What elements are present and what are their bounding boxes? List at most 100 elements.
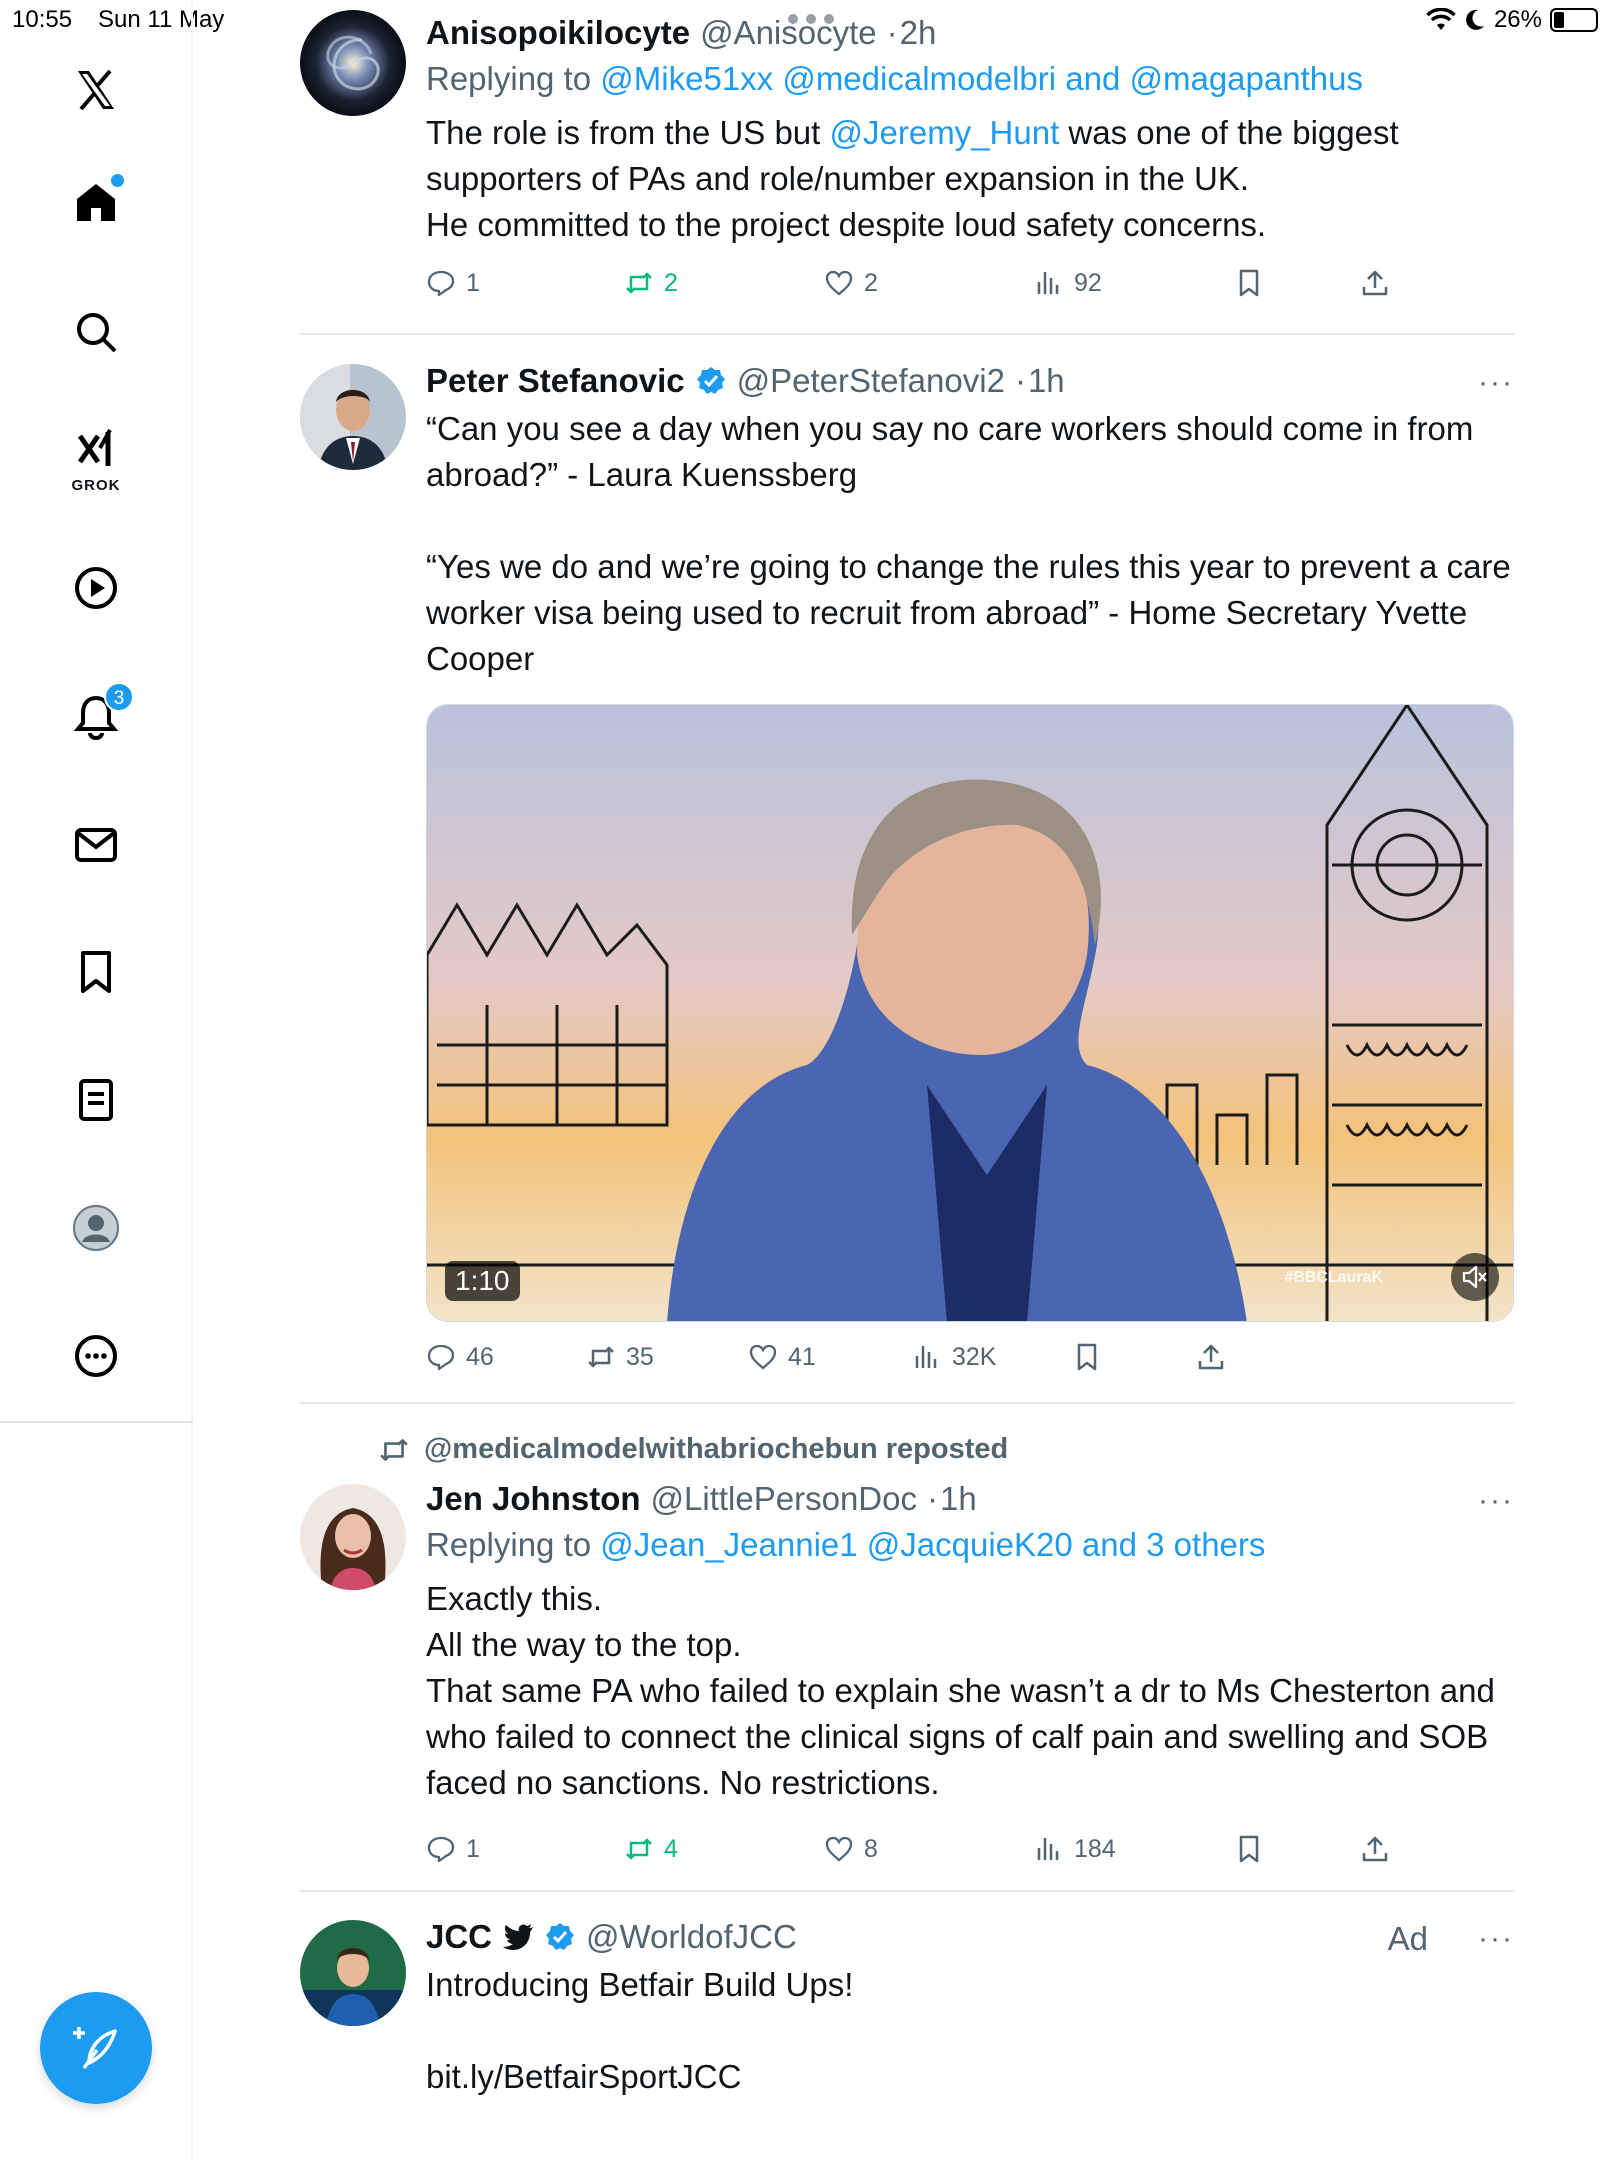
tweet-time[interactable]: 1h (940, 1480, 977, 1518)
bookmark-button[interactable] (1072, 1342, 1102, 1372)
reply-icon (427, 270, 455, 297)
bookmark-button[interactable] (1234, 1834, 1264, 1864)
avatar[interactable] (300, 1920, 406, 2026)
tweet-text: Exactly this. All the way to the top. Th… (426, 1580, 1495, 1801)
avatar[interactable] (300, 364, 406, 470)
reply-button[interactable]: 46 (426, 1342, 494, 1372)
ad-label: Ad (1387, 1920, 1428, 1957)
heart-icon (825, 1836, 853, 1862)
video-player[interactable]: #BBCLauraK 1:10 (426, 704, 1514, 1322)
tweet[interactable]: Anisopoikilocyte @Anisocyte · 2h Replyin… (300, 10, 1514, 332)
sidebar: GROK 3 (0, 0, 193, 2160)
messages-icon[interactable] (66, 814, 126, 874)
home-icon[interactable] (66, 172, 126, 232)
author-name[interactable]: Peter Stefanovic (426, 362, 685, 400)
views-button[interactable]: 184 (1034, 1834, 1116, 1864)
share-button[interactable] (1196, 1342, 1226, 1372)
ad-link[interactable]: bit.ly/BetfairSportJCC (426, 2054, 1514, 2100)
tweet-divider (300, 333, 1514, 335)
tweet-author-line: Jen Johnston @LittlePersonDoc · 1h (426, 1476, 1514, 1522)
more-icon[interactable] (66, 1326, 126, 1386)
verified-badge-icon (696, 367, 725, 394)
bookmark-button[interactable] (1234, 268, 1264, 298)
compose-button[interactable] (40, 1992, 152, 2104)
mention-link[interactable]: @Jeremy_Hunt (830, 114, 1060, 151)
views-button[interactable]: 92 (1034, 268, 1102, 298)
repost-icon (380, 1438, 408, 1461)
more-options-icon[interactable]: ··· (1478, 1922, 1514, 1956)
author-name[interactable]: Jen Johnston (426, 1480, 641, 1518)
heart-icon (749, 1344, 777, 1370)
repost-button[interactable]: 2 (624, 268, 678, 298)
avatar[interactable] (300, 1484, 406, 1590)
tweet[interactable]: Jen Johnston @LittlePersonDoc · 1h ··· R… (300, 1476, 1514, 1876)
tweet-actions: 1 2 2 92 (426, 268, 1514, 308)
tweet-author-line: Anisopoikilocyte @Anisocyte · 2h (426, 10, 1514, 56)
reply-icon (427, 1836, 455, 1863)
view-count: 184 (1074, 1834, 1116, 1863)
lists-icon[interactable] (66, 1070, 126, 1130)
notifications-badge: 3 (104, 682, 134, 712)
avatar[interactable] (300, 10, 406, 116)
tweet-text: “Can you see a day when you say no care … (426, 410, 1511, 677)
views-button[interactable]: 32K (912, 1342, 996, 1372)
bookmarks-icon[interactable] (66, 942, 126, 1002)
share-button[interactable] (1360, 268, 1390, 298)
sidebar-divider (0, 1421, 193, 1423)
like-count: 8 (864, 1834, 878, 1863)
tweet-divider (300, 1402, 1514, 1404)
like-count: 41 (788, 1342, 816, 1371)
author-name[interactable]: JCC (426, 1918, 492, 1956)
repost-indicator[interactable]: @medicalmodelwithabriochebun reposted (378, 1433, 1008, 1466)
bird-icon (503, 1924, 534, 1950)
repost-button[interactable]: 35 (586, 1342, 654, 1372)
reply-button[interactable]: 1 (426, 268, 480, 298)
mute-button[interactable] (1451, 1253, 1499, 1301)
tweet-body: Anisopoikilocyte @Anisocyte · 2h Replyin… (426, 10, 1514, 248)
tweet-text-part: The role is from the US but (426, 114, 830, 151)
reply-count: 1 (466, 268, 480, 297)
separator: · (886, 14, 898, 51)
repost-count: 2 (664, 268, 678, 297)
author-handle[interactable]: @Anisocyte (700, 14, 877, 52)
compose-icon (73, 2027, 117, 2070)
video-duration: 1:10 (445, 1261, 520, 1301)
replying-to-users[interactable]: @Jean_Jeannie1 @JacquieK20 and 3 others (600, 1526, 1265, 1563)
tweet-body: JCC @WorldofJCC Ad ··· Introducing Betfa… (426, 1914, 1514, 2100)
more-options-icon[interactable]: ··· (1478, 1484, 1514, 1518)
search-icon[interactable] (66, 302, 126, 362)
author-handle[interactable]: @PeterStefanovi2 (737, 362, 1005, 400)
separator: · (926, 1480, 938, 1517)
replying-prefix: Replying to (426, 1526, 601, 1563)
author-handle[interactable]: @LittlePersonDoc (651, 1480, 917, 1518)
video-watermark: #BBCLauraK (1284, 1269, 1383, 1286)
views-icon (915, 1346, 937, 1368)
like-button[interactable]: 8 (824, 1834, 878, 1864)
view-count: 92 (1074, 268, 1102, 297)
tweet-text: The role is from the US but @Jeremy_Hunt… (426, 110, 1514, 248)
share-button[interactable] (1360, 1834, 1390, 1864)
repost-icon (588, 1346, 614, 1368)
author-handle[interactable]: @WorldofJCC (586, 1918, 797, 1956)
heart-icon (825, 270, 853, 296)
promoted-tweet[interactable]: JCC @WorldofJCC Ad ··· Introducing Betfa… (300, 1914, 1514, 2160)
profile-icon[interactable] (66, 1198, 126, 1258)
replying-prefix: Replying to (426, 60, 601, 97)
grok-icon[interactable]: GROK (66, 420, 126, 494)
tweet-body: Jen Johnston @LittlePersonDoc · 1h ··· R… (426, 1476, 1514, 1806)
repost-button[interactable]: 4 (624, 1834, 678, 1864)
like-button[interactable]: 2 (824, 268, 878, 298)
more-options-icon[interactable]: ··· (1478, 366, 1514, 400)
author-name[interactable]: Anisopoikilocyte (426, 14, 690, 52)
tweet-time[interactable]: 1h (1028, 362, 1065, 400)
replying-to-users[interactable]: @Mike51xx @medicalmodelbri and @magapant… (600, 60, 1363, 97)
tweet[interactable]: Peter Stefanovic @PeterStefanovi2 · 1h ·… (300, 358, 1514, 1398)
view-count: 32K (952, 1342, 997, 1371)
notifications-icon[interactable]: 3 (66, 682, 134, 746)
tweet-time[interactable]: 2h (900, 14, 937, 52)
like-count: 2 (864, 268, 878, 297)
reply-button[interactable]: 1 (426, 1834, 480, 1864)
x-logo-icon[interactable] (66, 60, 126, 120)
video-icon[interactable] (66, 558, 126, 618)
like-button[interactable]: 41 (748, 1342, 816, 1372)
